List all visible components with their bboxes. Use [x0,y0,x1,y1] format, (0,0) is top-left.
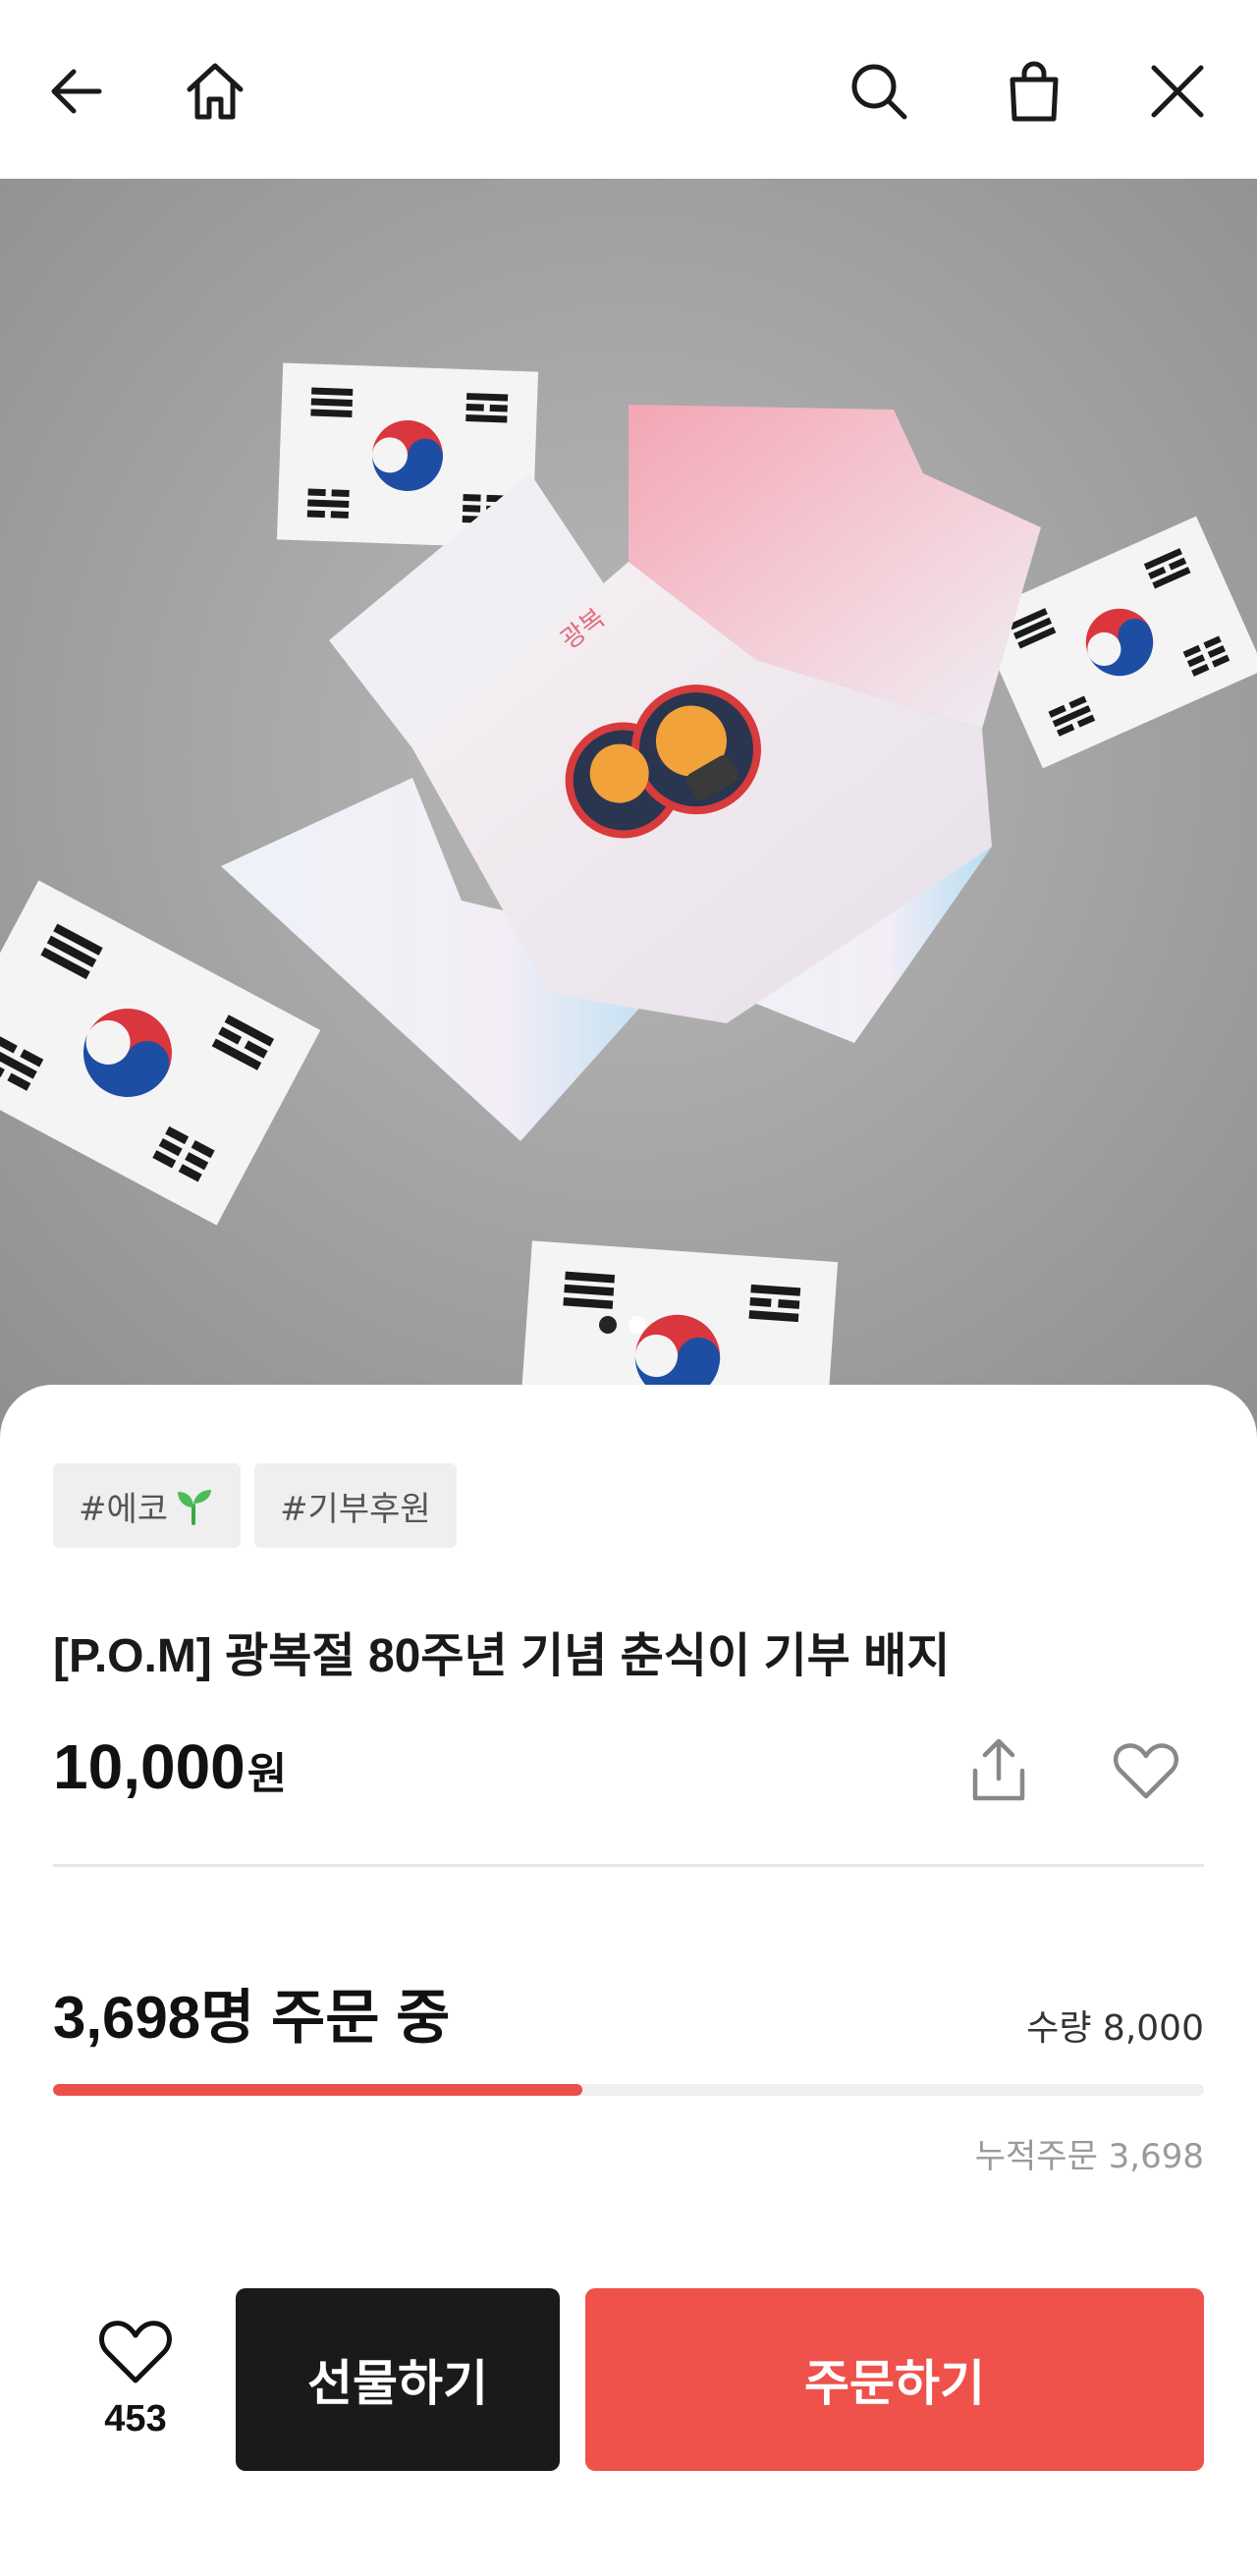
quantity-label: 수량 8,000 [1026,2008,1204,2049]
home-icon [187,63,244,120]
tag-label: #기부후원 [280,1489,431,1529]
search-button[interactable] [835,47,923,136]
tag-donation[interactable]: #기부후원 [254,1463,457,1548]
section-divider [53,1864,1204,1867]
price-unit: 원 [246,1750,288,1798]
share-icon [972,1738,1025,1801]
home-button[interactable] [171,47,259,136]
gift-button[interactable]: 선물하기 [236,2288,560,2471]
tag-list: #에코 #기부후원 [53,1463,457,1548]
close-icon [1151,65,1204,118]
pagination-dot[interactable] [599,1316,617,1334]
wishlist-button[interactable] [1102,1726,1190,1815]
cumulative-orders: 누적주문 3,698 [974,2137,1204,2176]
carousel-pagination [599,1316,646,1334]
order-button[interactable]: 주문하기 [585,2288,1204,2471]
like-count: 453 [104,2398,167,2439]
cart-button[interactable] [990,47,1078,136]
heart-icon [99,2321,172,2384]
search-icon [851,64,907,120]
product-image-carousel[interactable]: 광복 [0,179,1257,1455]
back-arrow-icon [51,69,102,114]
close-button[interactable] [1133,47,1222,136]
tag-eco[interactable]: #에코 [53,1463,242,1548]
bottom-like-button[interactable]: 453 [86,2310,185,2447]
top-navigation-bar [0,0,1257,179]
share-button[interactable] [955,1726,1043,1815]
product-photo: 광복 [0,179,1257,1455]
pagination-dot-active[interactable] [628,1316,646,1334]
order-progress-bar [53,2084,1204,2096]
back-button[interactable] [33,47,122,136]
shopping-bag-icon [1010,61,1059,122]
orders-in-progress: 3,698명 주문 중 [53,1985,451,2051]
heart-icon [1113,1743,1179,1799]
price-value: 10,000 [53,1731,246,1802]
product-title: [P.O.M] 광복절 80주년 기념 춘식이 기부 배지 [53,1630,951,1682]
sprout-icon [178,1490,212,1525]
order-progress-fill [53,2084,583,2096]
product-price: 10,000원 [53,1730,287,1803]
tag-label: #에코 [79,1489,169,1529]
